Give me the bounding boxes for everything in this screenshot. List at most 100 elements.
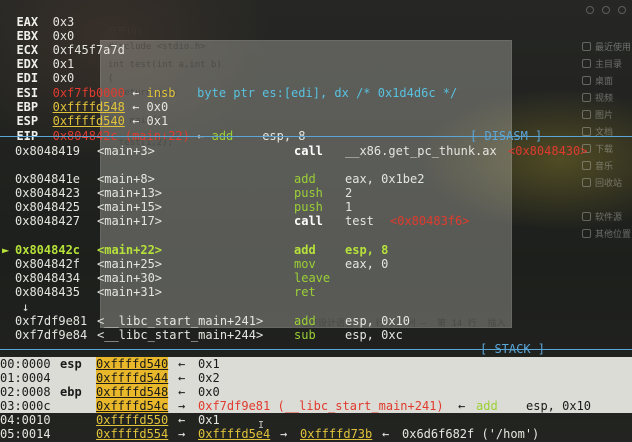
instruction-opcode: leave	[294, 271, 331, 285]
text-cursor-icon: I	[258, 420, 265, 431]
instruction-address: 0x8048423	[15, 186, 81, 200]
current-instruction-icon: ►	[2, 243, 10, 257]
disasm-divider: [ DISASM ]	[0, 129, 632, 143]
stack-arrow-icon: →	[178, 399, 186, 413]
sidebar-item[interactable]	[582, 191, 632, 208]
instruction-symbol: <main+3>	[97, 144, 155, 158]
register-esi: ESI 0xf7fb0000 ← insb byte ptr es:[edi],…	[16, 86, 458, 100]
sidebar-item[interactable]: 其他位置	[582, 225, 632, 242]
instruction-symbol: <main+8>	[97, 172, 155, 186]
stack-value: 0x1	[198, 413, 220, 427]
close-icon[interactable]	[618, 6, 626, 14]
sidebar-item[interactable]: 图片	[582, 106, 632, 123]
folder-icon	[582, 93, 591, 102]
sidebar-item-label: 视频	[595, 94, 614, 104]
instruction-operands: esp, 0x10	[345, 314, 411, 328]
stack-row[interactable]: 01:0004 0xffffd544 ← 0x2	[0, 371, 632, 385]
sidebar-item-label: 图片	[595, 111, 614, 121]
sidebar-item[interactable]: 主目录	[582, 55, 632, 72]
stack-offset: 00:0000	[0, 357, 51, 371]
stack-label: [ STACK ]	[480, 342, 546, 356]
instruction-opcode: sub	[294, 328, 316, 342]
folder-icon	[582, 212, 591, 221]
stack-offset: 05:0014	[0, 427, 51, 441]
instruction-opcode: call	[294, 144, 323, 158]
sidebar-item[interactable]: 音乐	[582, 157, 632, 174]
stack-offset: 02:0008	[0, 385, 51, 399]
instruction-address: 0x8048427	[15, 214, 81, 228]
sidebar-item-label: 下载	[595, 145, 614, 155]
instruction-address: 0x804841e	[15, 172, 81, 186]
window-controls	[540, 2, 632, 18]
stack-row[interactable]: 00:0000 esp 0xffffd540 ← 0x1	[0, 357, 632, 371]
instruction-symbol: <main+25>	[97, 257, 163, 271]
instruction-symbol: <main+22>	[97, 243, 163, 257]
stack-row[interactable]: 04:0010 0xffffd550 ← 0x1	[0, 413, 632, 427]
sidebar-item-label: 音乐	[595, 162, 614, 172]
instruction-opcode: call	[294, 214, 323, 228]
stack-value: 0x2	[198, 371, 220, 385]
instruction-address: 0x8048419	[15, 144, 81, 158]
sidebar-item[interactable]: 回收站	[582, 174, 632, 191]
editor-line: int test(int a,int b)	[108, 60, 222, 70]
sidebar-item-label: 最近使用	[595, 43, 632, 53]
register-edi: EDI 0x0	[16, 71, 75, 85]
stack-register: ebp	[60, 385, 82, 399]
instruction-opcode: add	[294, 172, 316, 186]
disasm-label: [ DISASM ]	[470, 129, 543, 143]
stack-row[interactable]: 03:000c 0xffffd54c → 0xf7df9e81 (__libc_sta…	[0, 399, 632, 413]
instruction-operands: esp, 0xc	[345, 328, 403, 342]
stack-row[interactable]: 02:0008 ebp 0xffffd548 ← 0x0	[0, 385, 632, 399]
sidebar-item-label: 其他位置	[595, 230, 632, 240]
sidebar-item-label: 软件源	[595, 213, 623, 223]
folder-icon	[582, 161, 591, 170]
stack-address: 0xffffd550	[96, 413, 169, 427]
stack-arrow-icon: ←	[382, 427, 390, 441]
sidebar-item[interactable]: 桌面	[582, 72, 632, 89]
stack-offset: 04:0010	[0, 413, 51, 427]
instruction-symbol: <main+15>	[97, 200, 163, 214]
instruction-address: 0x8048425	[15, 200, 81, 214]
stack-value: 0xffffd73b	[300, 427, 373, 441]
register-eip: EIP 0x804842c (main+22) ← add esp, 8	[16, 129, 306, 143]
instruction-opcode: push	[294, 186, 323, 200]
call-target: <0x80483f6>	[390, 214, 470, 228]
stack-address: 0xffffd554	[96, 427, 169, 441]
instruction-operands: 2	[345, 186, 353, 200]
sidebar-item[interactable]: 软件源	[582, 208, 632, 225]
instruction-operands: eax, 0	[345, 257, 389, 271]
instruction-address: 0x804842f	[15, 257, 81, 271]
stack-arrow-icon: ←	[178, 413, 186, 427]
instruction-address: 0x804842c	[15, 243, 81, 257]
instruction-symbol: <__libc_start_main+241>	[97, 314, 264, 328]
stack-arrow-icon: ←	[178, 371, 186, 385]
stack-arrow-icon: ←	[178, 385, 186, 399]
sidebar-item[interactable]: 视频	[582, 89, 632, 106]
stack-arrow-icon: →	[280, 427, 288, 441]
instruction-operands: esp, 8	[345, 243, 389, 257]
stack-register: esp	[60, 357, 82, 371]
register-edx: EDX 0x1	[16, 57, 75, 71]
register-eax: EAX 0x3	[16, 15, 75, 29]
folder-icon	[582, 42, 591, 51]
maximize-icon[interactable]	[602, 6, 610, 14]
instruction-opcode: add	[294, 314, 316, 328]
instruction-opcode: mov	[294, 257, 316, 271]
instruction-symbol: <main+13>	[97, 186, 163, 200]
folder-icon	[582, 76, 591, 85]
instruction-address: 0x8048434	[15, 271, 81, 285]
instruction-operands: eax, 0x1be2	[345, 172, 425, 186]
instruction-symbol: <__libc_start_main+244>	[97, 328, 264, 342]
stack-arrow-icon: ←	[178, 357, 186, 371]
sidebar-item-label: 桌面	[595, 77, 614, 87]
minimize-icon[interactable]	[586, 6, 594, 14]
stack-address: 0xffffd540	[96, 357, 169, 371]
folder-icon	[582, 110, 591, 119]
instruction-opcode: ret	[294, 285, 316, 299]
stack-row[interactable]: 05:0014 0xffffd554 → 0xffffd5e4 → 0xffffd73b ←…	[0, 427, 632, 441]
sidebar-item[interactable]: 最近使用	[582, 38, 632, 55]
stack-address: 0xffffd548	[96, 385, 169, 399]
stack-opcode: add	[476, 399, 498, 413]
instruction-symbol: <main+31>	[97, 285, 163, 299]
instruction-address: 0xf7df9e81	[15, 314, 88, 328]
